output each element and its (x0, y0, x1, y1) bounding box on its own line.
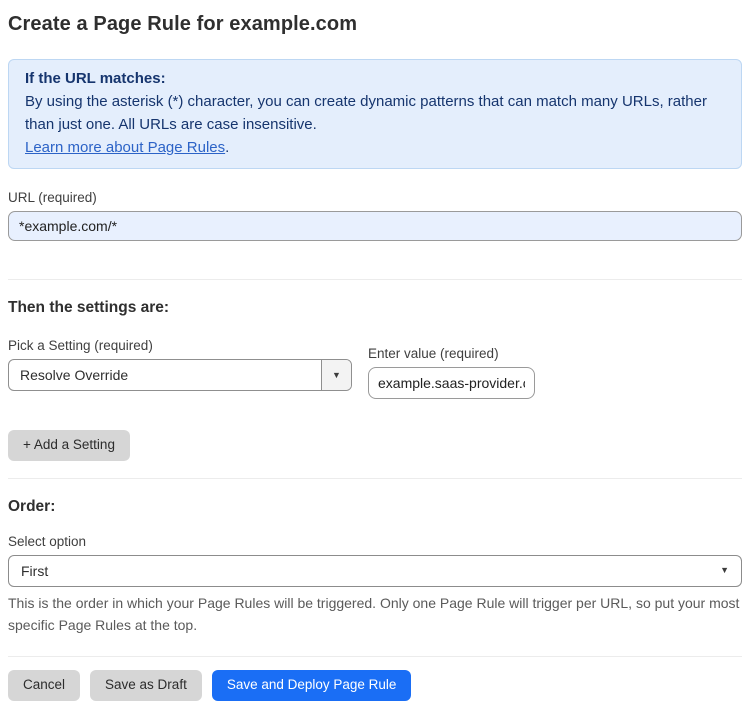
url-input[interactable] (8, 211, 742, 241)
pick-setting-label: Pick a Setting (required) (8, 338, 153, 353)
url-label: URL (required) (8, 190, 97, 205)
order-select[interactable]: First ▼ (8, 554, 742, 587)
info-box-body: By using the asterisk (*) character, you… (25, 90, 725, 159)
pick-setting-select[interactable]: Resolve Override ▼ (8, 359, 352, 391)
learn-more-link[interactable]: Learn more about Page Rules (25, 139, 225, 156)
info-box-body-text: By using the asterisk (*) character, you… (25, 93, 707, 133)
order-selected-value: First (21, 562, 49, 579)
pick-setting-column: Pick a Setting (required) Resolve Overri… (8, 317, 352, 391)
page-title: Create a Page Rule for example.com (8, 13, 358, 35)
section-divider (8, 477, 742, 479)
select-option-label: Select option (8, 533, 87, 549)
enter-value-column: Enter value (required) (368, 325, 535, 399)
pick-setting-arrow-cell[interactable]: ▼ (321, 360, 351, 390)
footer-actions: Cancel Save as Draft Save and Deploy Pag… (8, 669, 742, 701)
enter-value-input[interactable] (368, 367, 535, 399)
pick-setting-selected-value: Resolve Override (20, 367, 129, 383)
order-section-heading: Order: (8, 497, 56, 515)
chevron-down-icon: ▼ (720, 565, 729, 576)
section-divider (8, 279, 742, 280)
info-box-heading: If the URL matches: (25, 70, 166, 87)
settings-section-heading: Then the settings are: (8, 299, 170, 316)
chevron-down-icon: ▼ (332, 369, 341, 380)
cancel-button[interactable]: Cancel (8, 669, 81, 701)
order-help-text: This is the order in which your Page Rul… (8, 594, 740, 633)
url-matches-info-box: If the URL matches: By using the asteris… (8, 59, 742, 169)
footer-divider (8, 655, 742, 657)
save-draft-button[interactable]: Save as Draft (90, 669, 202, 701)
settings-row: Pick a Setting (required) Resolve Overri… (8, 317, 742, 399)
link-suffix: . (225, 139, 230, 156)
save-deploy-button[interactable]: Save and Deploy Page Rule (211, 669, 412, 701)
enter-value-label: Enter value (required) (368, 346, 499, 361)
add-setting-button[interactable]: + Add a Setting (8, 430, 130, 461)
